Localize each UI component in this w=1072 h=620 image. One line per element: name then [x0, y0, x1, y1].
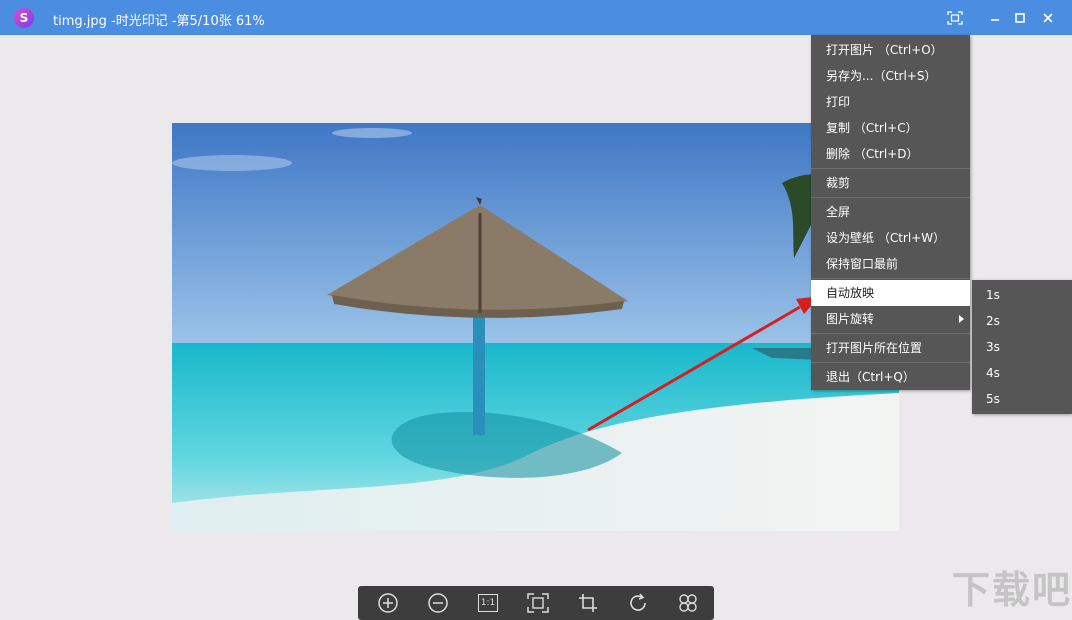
- zoom-out-button[interactable]: [426, 591, 450, 615]
- menu-item-open-image[interactable]: 打开图片 （Ctrl+O）: [811, 37, 970, 63]
- menu-item-delete[interactable]: 删除 （Ctrl+D）: [811, 141, 970, 167]
- fit-window-icon: [527, 593, 549, 613]
- zoom-in-button[interactable]: [376, 591, 400, 615]
- effects-icon: [679, 594, 697, 612]
- menu-item-open-location[interactable]: 打开图片所在位置: [811, 335, 970, 361]
- menu-item-print[interactable]: 打印: [811, 89, 970, 115]
- menu-item-crop[interactable]: 裁剪: [811, 170, 970, 196]
- rotate-button[interactable]: [626, 591, 650, 615]
- submenu-arrow-icon: [959, 315, 964, 323]
- actual-size-icon: 1:1: [478, 594, 498, 612]
- menu-separator: [811, 197, 970, 198]
- slideshow-interval-submenu: 1s 2s 3s 4s 5s: [972, 280, 1072, 414]
- rotate-icon: [630, 593, 646, 611]
- menu-item-save-as[interactable]: 另存为...（Ctrl+S）: [811, 63, 970, 89]
- menu-item-set-wallpaper[interactable]: 设为壁纸 （Ctrl+W）: [811, 225, 970, 251]
- context-menu: 打开图片 （Ctrl+O） 另存为...（Ctrl+S） 打印 复制 （Ctrl…: [811, 35, 970, 390]
- menu-item-copy[interactable]: 复制 （Ctrl+C）: [811, 115, 970, 141]
- zoom-out-icon: [428, 593, 448, 613]
- effects-button[interactable]: [676, 591, 700, 615]
- watermark-logo: 下载吧: [951, 568, 1072, 612]
- submenu-item-2s[interactable]: 2s: [972, 308, 1072, 334]
- menu-separator: [811, 362, 970, 363]
- submenu-item-4s[interactable]: 4s: [972, 360, 1072, 386]
- menu-separator: [811, 278, 970, 279]
- bottom-toolbar: 1:1: [358, 586, 714, 620]
- menu-item-rotate-image[interactable]: 图片旋转: [811, 306, 970, 332]
- menu-item-exit[interactable]: 退出（Ctrl+Q）: [811, 364, 970, 390]
- menu-item-auto-slideshow[interactable]: 自动放映: [811, 280, 970, 306]
- fit-window-button[interactable]: [526, 591, 550, 615]
- submenu-item-1s[interactable]: 1s: [972, 282, 1072, 308]
- menu-separator: [811, 168, 970, 169]
- submenu-item-3s[interactable]: 3s: [972, 334, 1072, 360]
- menu-separator: [811, 333, 970, 334]
- menu-item-keep-on-top[interactable]: 保持窗口最前: [811, 251, 970, 277]
- zoom-in-icon: [378, 593, 398, 613]
- actual-size-button[interactable]: 1:1: [476, 591, 500, 615]
- submenu-item-5s[interactable]: 5s: [972, 386, 1072, 412]
- menu-item-fullscreen[interactable]: 全屏: [811, 199, 970, 225]
- menu-item-rotate-label: 图片旋转: [826, 312, 875, 326]
- crop-button[interactable]: [576, 591, 600, 615]
- crop-icon: [579, 594, 597, 612]
